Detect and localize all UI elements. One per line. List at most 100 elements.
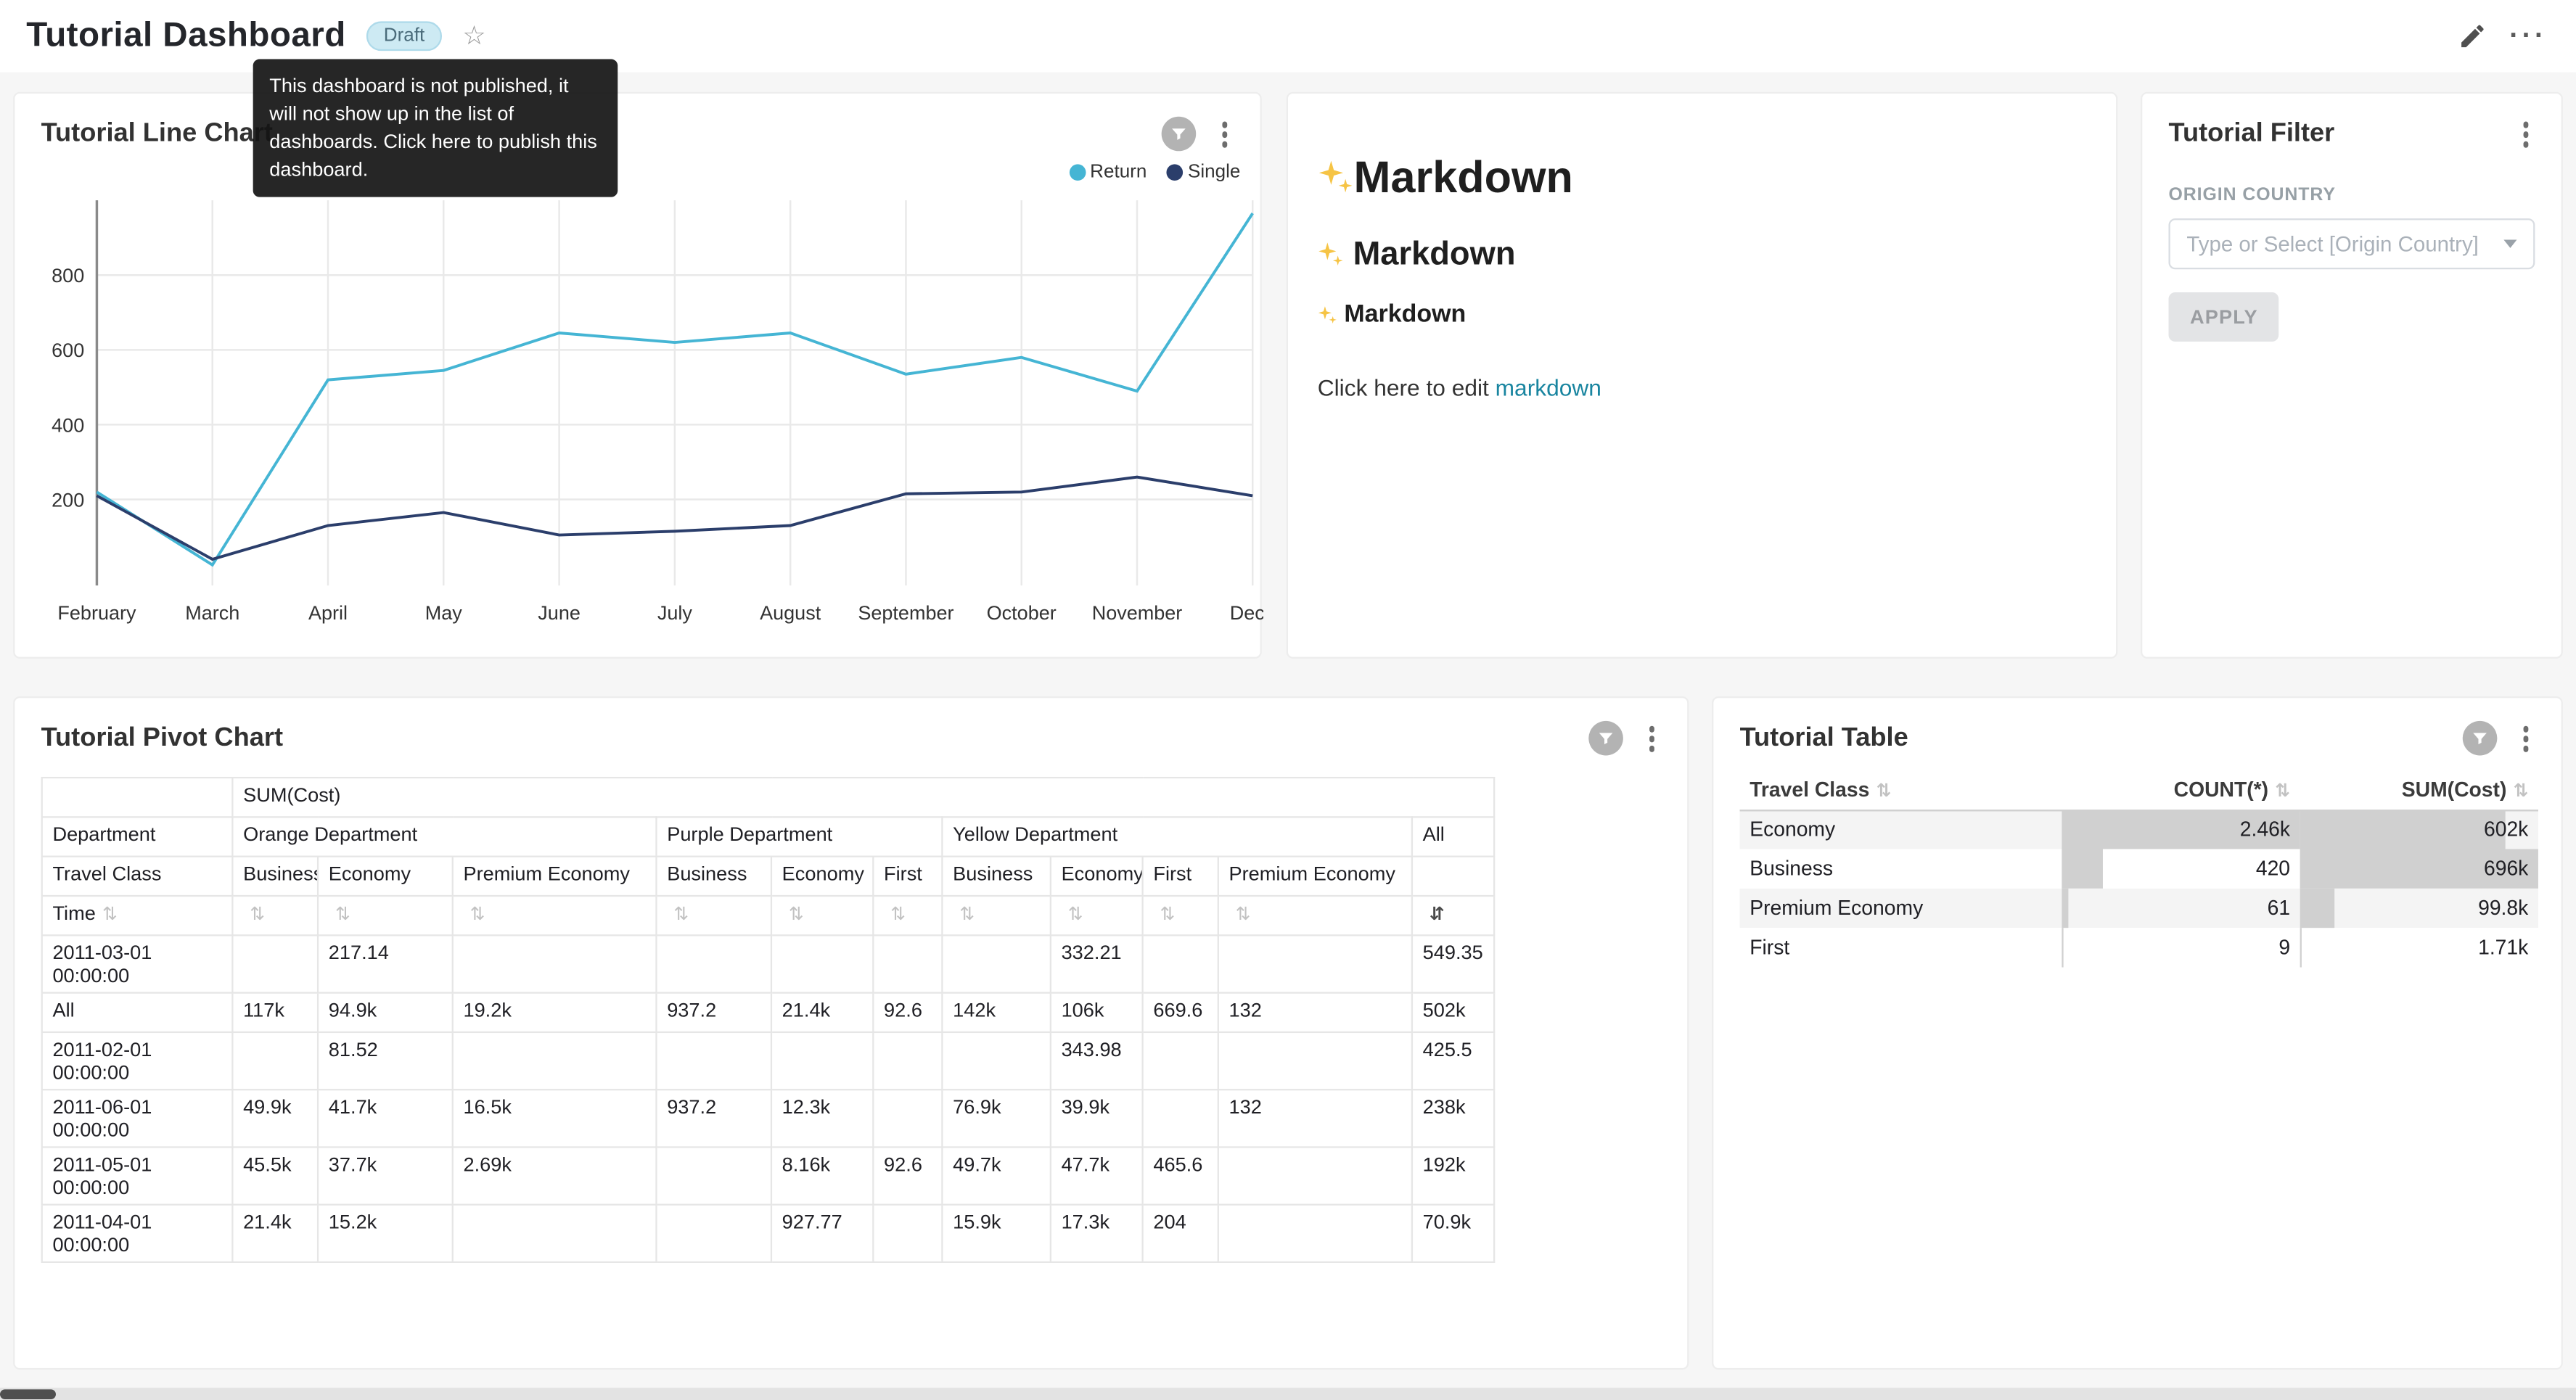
kebab-menu-icon[interactable] bbox=[1212, 117, 1237, 152]
pivot-cell: 132 bbox=[1218, 992, 1412, 1031]
legend-dot bbox=[1167, 164, 1184, 181]
sparkles-icon bbox=[1318, 304, 1337, 332]
pivot-sort-cell[interactable]: ⇅ bbox=[771, 895, 873, 934]
sort-icon[interactable]: ⇅ bbox=[470, 902, 485, 923]
column-header-sum-cost[interactable]: SUM(Cost)⇅ bbox=[2300, 770, 2538, 810]
sort-icon[interactable]: ⇅ bbox=[102, 902, 118, 923]
filter-indicator-icon[interactable] bbox=[1588, 721, 1623, 756]
filter-card-header: Tutorial Filter bbox=[2142, 94, 2561, 152]
favorite-star-icon[interactable]: ☆ bbox=[462, 20, 485, 52]
pivot-time-label[interactable]: Time⇅ bbox=[42, 895, 233, 934]
pivot-cell: 21.4k bbox=[771, 992, 873, 1031]
pivot-cell bbox=[873, 1032, 942, 1089]
sort-icon[interactable]: ⇅ bbox=[1068, 902, 1083, 923]
pivot-sort-cell[interactable]: ⇅ bbox=[1218, 895, 1412, 934]
pivot-class-header: Premium Economy bbox=[1218, 856, 1412, 895]
pivot-cell: 15.2k bbox=[318, 1204, 453, 1261]
pivot-row-label: 2011-03-01 00:00:00 bbox=[42, 934, 233, 992]
apply-button[interactable]: APPLY bbox=[2169, 292, 2280, 341]
pivot-cell: 94.9k bbox=[318, 992, 453, 1031]
pivot-cell: 76.9k bbox=[942, 1089, 1050, 1146]
table-row[interactable]: Economy2.46k602k bbox=[1740, 810, 2538, 849]
pivot-row: 2011-02-01 00:00:0081.52343.98425.5 bbox=[42, 1032, 1495, 1089]
sort-icon[interactable]: ⇅ bbox=[2513, 779, 2528, 800]
pivot-sort-cell[interactable]: ⇅ bbox=[1143, 895, 1218, 934]
markdown-link[interactable]: markdown bbox=[1496, 374, 1601, 400]
pivot-cell: 204 bbox=[1143, 1204, 1218, 1261]
svg-text:March: March bbox=[185, 602, 239, 624]
pivot-group-header: All bbox=[1412, 816, 1495, 855]
sort-icon[interactable]: ⇅ bbox=[789, 902, 804, 923]
sort-icon[interactable]: ⇅ bbox=[2275, 779, 2290, 800]
pivot-sort-cell[interactable]: ⇅ bbox=[453, 895, 657, 934]
pivot-class-header: Business bbox=[942, 856, 1050, 895]
pivot-cell: 92.6 bbox=[873, 1146, 942, 1203]
scrollbar-thumb[interactable] bbox=[0, 1389, 56, 1399]
pivot-cell: 70.9k bbox=[1412, 1204, 1495, 1261]
pivot-sort-cell[interactable]: ⇅ bbox=[318, 895, 453, 934]
column-header-count[interactable]: COUNT(*)⇅ bbox=[2062, 770, 2300, 810]
travel-class-cell: Business bbox=[1740, 849, 2062, 889]
draft-tooltip[interactable]: This dashboard is not published, it will… bbox=[253, 59, 618, 197]
draft-badge[interactable]: Draft bbox=[366, 21, 443, 51]
legend-item[interactable]: Return bbox=[1069, 162, 1147, 182]
markdown-h3: Markdown bbox=[1318, 300, 2080, 332]
pivot-class-header: Economy bbox=[1051, 856, 1143, 895]
pivot-cell bbox=[1143, 1089, 1218, 1146]
sort-icon[interactable]: ⇅ bbox=[335, 902, 350, 923]
markdown-paragraph-text: Click here to edit bbox=[1318, 374, 1496, 400]
pivot-cell: 106k bbox=[1051, 992, 1143, 1031]
filter-indicator-icon[interactable] bbox=[2462, 721, 2497, 756]
pivot-sort-cell[interactable]: ⇅ bbox=[656, 895, 771, 934]
legend-item[interactable]: Single bbox=[1167, 162, 1241, 182]
sparkles-icon bbox=[1318, 240, 1344, 278]
table-row[interactable]: Business420696k bbox=[1740, 849, 2538, 889]
column-header-travel-class[interactable]: Travel Class⇅ bbox=[1740, 770, 2062, 810]
pivot-cell bbox=[656, 1032, 771, 1089]
origin-country-select[interactable]: Type or Select [Origin Country] bbox=[2169, 218, 2535, 268]
sort-icon[interactable]: ⇅ bbox=[890, 902, 906, 923]
sort-icon[interactable]: ⇅ bbox=[673, 902, 689, 923]
pivot-sort-cell[interactable]: ⇅ bbox=[232, 895, 318, 934]
horizontal-scrollbar[interactable] bbox=[0, 1388, 2576, 1400]
kebab-menu-icon[interactable] bbox=[2513, 721, 2538, 757]
more-menu-icon[interactable]: ··· bbox=[2507, 15, 2550, 57]
filter-card: Tutorial Filter ORIGIN COUNTRY Type or S… bbox=[2141, 92, 2563, 659]
pivot-sort-cell[interactable]: ⇵ bbox=[1412, 895, 1495, 934]
pivot-metric-cell: SUM(Cost) bbox=[232, 777, 1494, 816]
pivot-class-header: Economy bbox=[771, 856, 873, 895]
sort-icon[interactable]: ⇅ bbox=[250, 902, 265, 923]
pivot-cell bbox=[232, 1032, 318, 1089]
pivot-row-label: 2011-06-01 00:00:00 bbox=[42, 1089, 233, 1146]
svg-text:May: May bbox=[425, 602, 463, 624]
travel-class-cell: First bbox=[1740, 928, 2062, 967]
sort-icon[interactable]: ⇅ bbox=[1236, 902, 1251, 923]
sort-icon[interactable]: ⇅ bbox=[959, 902, 975, 923]
pivot-row: 2011-06-01 00:00:0049.9k41.7k16.5k937.21… bbox=[42, 1089, 1495, 1146]
table-row[interactable]: Premium Economy6199.8k bbox=[1740, 889, 2538, 928]
pivot-cell: 81.52 bbox=[318, 1032, 453, 1089]
pivot-sort-row: Time⇅⇅⇅⇅⇅⇅⇅⇅⇅⇅⇅⇵ bbox=[42, 895, 1495, 934]
sort-icon[interactable]: ⇅ bbox=[1876, 779, 1891, 800]
table-row[interactable]: First91.71k bbox=[1740, 928, 2538, 967]
legend-dot bbox=[1069, 164, 1086, 181]
edit-dashboard-icon[interactable] bbox=[2451, 15, 2494, 57]
count-cell: 2.46k bbox=[2062, 810, 2300, 849]
pivot-sort-cell[interactable]: ⇅ bbox=[1051, 895, 1143, 934]
filter-actions bbox=[2513, 117, 2538, 152]
line-chart-card-header: Tutorial Line Chart bbox=[15, 94, 1260, 152]
sort-icon[interactable]: ⇅ bbox=[1160, 902, 1175, 923]
kebab-menu-icon[interactable] bbox=[2513, 117, 2538, 152]
pivot-sort-cell[interactable]: ⇅ bbox=[942, 895, 1050, 934]
pencil-icon bbox=[2458, 21, 2487, 51]
pivot-cell: 425.5 bbox=[1412, 1032, 1495, 1089]
data-table: Travel Class⇅ COUNT(*)⇅ SUM(Cost)⇅ Econo… bbox=[1740, 770, 2538, 968]
filter-indicator-icon[interactable] bbox=[1161, 117, 1196, 152]
pivot-cell: 937.2 bbox=[656, 992, 771, 1031]
svg-text:400: 400 bbox=[52, 414, 84, 436]
kebab-menu-icon[interactable] bbox=[1638, 721, 1664, 757]
pivot-cell: 192k bbox=[1412, 1146, 1495, 1203]
sort-desc-icon[interactable]: ⇵ bbox=[1429, 902, 1445, 923]
pivot-cell: 549.35 bbox=[1412, 934, 1495, 992]
pivot-sort-cell[interactable]: ⇅ bbox=[873, 895, 942, 934]
